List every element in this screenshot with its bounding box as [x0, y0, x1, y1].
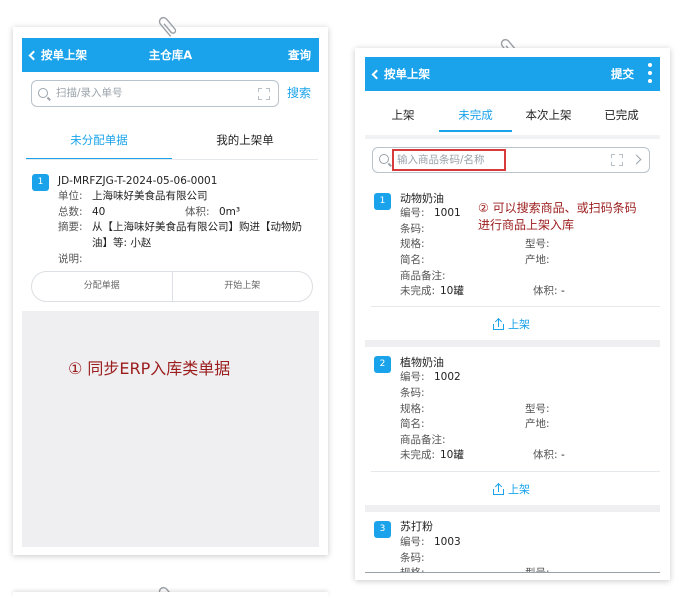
divider — [365, 135, 660, 139]
back-label: 按单上架 — [384, 67, 430, 81]
annotation-search-line-2: 进行商品上架入库 — [478, 218, 575, 232]
upload-icon — [493, 482, 504, 495]
summary-label: 摘要: — [58, 221, 83, 233]
assign-order-button[interactable]: 分配单据 — [32, 272, 172, 301]
origin-label: 产地: — [525, 418, 550, 430]
order-actions: 分配单据 开始上架 — [31, 271, 313, 302]
search-button[interactable]: 搜索 — [287, 86, 311, 101]
spec-label: 规格: — [400, 403, 425, 415]
scroll-bottom-edge — [365, 572, 660, 573]
spec-label: 规格: — [400, 238, 425, 250]
divider — [371, 306, 660, 307]
summary-line-2: 油】等: 小赵 — [92, 237, 152, 249]
remark-label: 商品备注: — [400, 270, 446, 282]
empty-area — [22, 311, 319, 547]
chevron-left-icon — [371, 69, 382, 79]
barcode-label: 条码: — [400, 223, 425, 235]
total-value: 40 — [92, 206, 106, 218]
more-vertical-icon[interactable] — [647, 62, 653, 86]
item-index-badge: 3 — [374, 521, 391, 538]
top-app-bar: 按单上架 提交 — [365, 57, 660, 91]
search-icon — [379, 154, 389, 164]
volume-label: 体积: — [533, 285, 558, 297]
code-label: 编号: — [400, 371, 425, 383]
query-button[interactable]: 查询 — [288, 38, 311, 72]
upload-icon — [493, 317, 504, 330]
unit-value: 上海味好美食品有限公司 — [92, 190, 208, 202]
shelve-item-button[interactable]: 上架 — [493, 316, 530, 332]
chevron-right-icon[interactable] — [631, 154, 642, 165]
shelve-button-label: 上架 — [508, 318, 530, 331]
volume-value: - — [561, 449, 565, 461]
next-card-edge — [13, 592, 328, 596]
active-tab-indicator — [439, 130, 512, 132]
short-name-label: 简名: — [400, 418, 425, 430]
scan-icon[interactable] — [258, 88, 270, 100]
item-separator — [365, 505, 660, 512]
order-code: JD-MRFZJG-T-2024-05-06-0001 — [58, 175, 218, 187]
incomplete-value: 10罐 — [440, 449, 464, 461]
top-app-bar: 按单上架 主仓库A 查询 — [22, 38, 319, 72]
item-name: 苏打粉 — [400, 520, 433, 533]
volume-label: 体积: — [533, 449, 558, 461]
code-label: 编号: — [400, 207, 425, 219]
search-placeholder: 扫描/录入单号 — [56, 87, 123, 99]
item-index-badge: 2 — [374, 356, 391, 373]
search-icon — [38, 88, 48, 98]
volume-label: 体积: — [185, 206, 210, 218]
origin-label: 产地: — [525, 254, 550, 266]
incomplete-label: 未完成: — [400, 285, 436, 297]
volume-value: - — [561, 285, 565, 297]
item-name: 动物奶油 — [400, 192, 444, 205]
left-phone-screen: 按单上架 主仓库A 查询 扫描/录入单号 搜索 未分配单据 我的上架单 1 JD… — [13, 27, 328, 555]
start-shelving-button[interactable]: 开始上架 — [171, 272, 313, 301]
back-button[interactable]: 按单上架 — [371, 57, 430, 91]
tab-this-shelving[interactable]: 本次上架 — [512, 107, 585, 123]
barcode-label: 条码: — [400, 387, 425, 399]
item-code: 1001 — [434, 207, 461, 219]
summary-line-1: 从【上海味好美食品有限公司】购进【动物奶 — [92, 221, 302, 233]
shelve-button-label: 上架 — [508, 483, 530, 496]
item-code: 1003 — [434, 536, 461, 548]
tab-completed[interactable]: 已完成 — [585, 107, 658, 123]
item-code: 1002 — [434, 371, 461, 383]
model-label: 型号: — [525, 403, 550, 415]
total-label: 总数: — [58, 206, 83, 218]
page-title: 主仓库A — [148, 48, 193, 62]
tab-unassigned-orders[interactable]: 未分配单据 — [26, 132, 172, 148]
shelve-item-button[interactable]: 上架 — [493, 481, 530, 497]
order-index-badge: 1 — [32, 174, 49, 191]
unit-label: 单位: — [58, 190, 83, 202]
divider — [371, 471, 660, 472]
tab-my-shelving-orders[interactable]: 我的上架单 — [172, 132, 318, 148]
short-name-label: 简名: — [400, 254, 425, 266]
highlight-box — [392, 149, 506, 171]
remark-label: 商品备注: — [400, 434, 446, 446]
annotation-sync-erp: ① 同步ERP入库类单据 — [68, 359, 231, 378]
divider — [26, 159, 318, 160]
submit-button[interactable]: 提交 — [611, 57, 634, 91]
code-label: 编号: — [400, 536, 425, 548]
barcode-label: 条码: — [400, 552, 425, 564]
order-search-input[interactable]: 扫描/录入单号 — [31, 80, 279, 107]
item-separator — [365, 340, 660, 347]
scan-icon[interactable] — [611, 154, 623, 166]
note-label: 说明: — [58, 253, 83, 265]
right-phone-screen: 按单上架 提交 上架 未完成 本次上架 已完成 输入商品条码/名称 ② 可以搜索… — [355, 48, 670, 580]
tab-incomplete[interactable]: 未完成 — [439, 107, 512, 123]
model-label: 型号: — [525, 238, 550, 250]
volume-value: 0m³ — [219, 206, 241, 218]
incomplete-value: 10罐 — [440, 285, 464, 297]
annotation-search-line-1: ② 可以搜索商品、或扫码条码 — [478, 201, 637, 215]
item-index-badge: 1 — [374, 193, 391, 210]
item-name: 植物奶油 — [400, 356, 444, 369]
tab-shelve[interactable]: 上架 — [367, 107, 439, 123]
incomplete-label: 未完成: — [400, 449, 436, 461]
